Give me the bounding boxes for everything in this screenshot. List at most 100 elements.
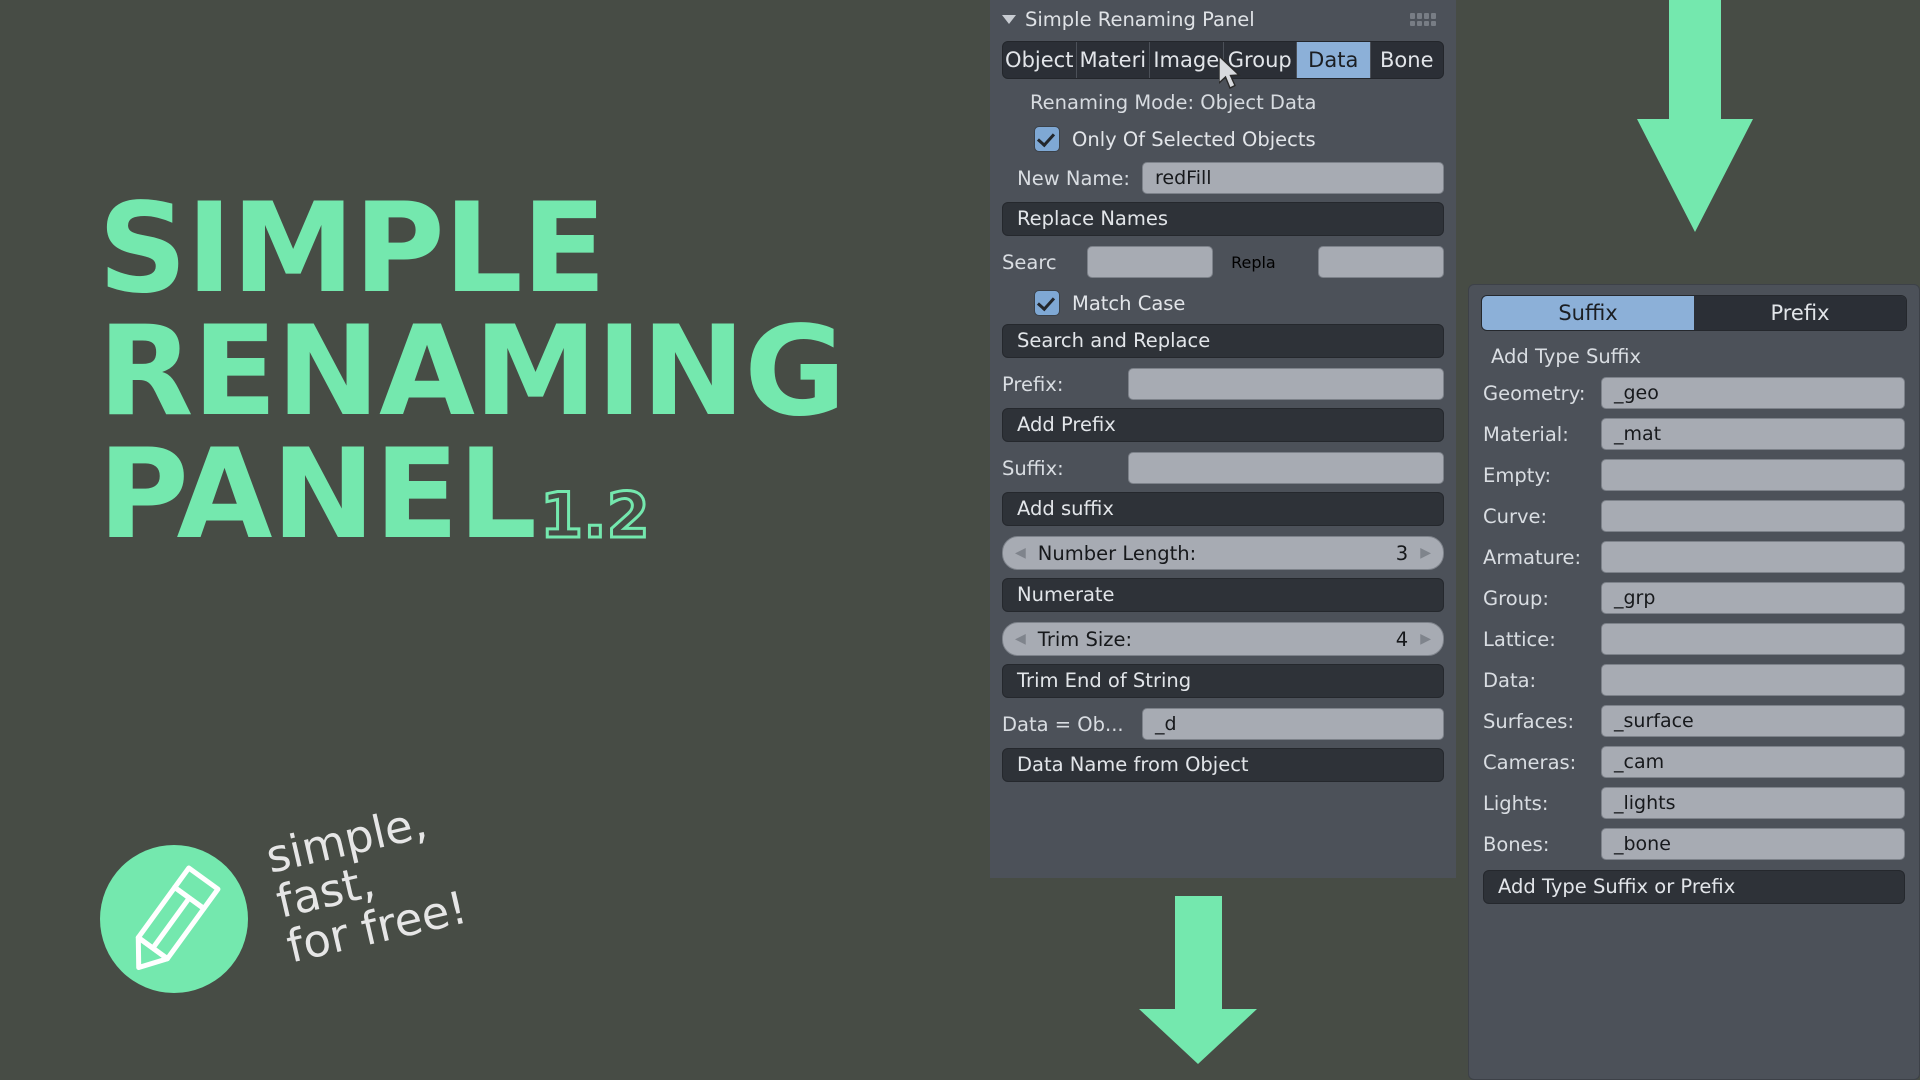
bones-row: Bones: _bone [1483,828,1905,860]
number-length-value: 3 [1395,541,1409,565]
new-name-input[interactable]: redFill [1142,162,1444,194]
stepper-right-arrow-icon[interactable]: ▶ [1414,545,1437,561]
suffix-row: Suffix: [1002,452,1444,484]
data-row: Data: [1483,664,1905,696]
add-suffix-button[interactable]: Add suffix [1002,492,1444,526]
cameras-input[interactable]: _cam [1601,746,1905,778]
empty-label: Empty: [1483,463,1552,487]
add-type-suffix-or-prefix-button[interactable]: Add Type Suffix or Prefix [1483,870,1905,904]
simple-renaming-panel: Simple Renaming Panel Object Materi Imag… [990,0,1456,878]
add-prefix-button[interactable]: Add Prefix [1002,408,1444,442]
material-row: Material: _mat [1483,418,1905,450]
replace-names-button[interactable]: Replace Names [1002,202,1444,236]
new-name-row: New Name: redFill [1002,162,1444,194]
mouse-cursor-icon [1219,56,1241,89]
curve-input[interactable] [1601,500,1905,532]
promo-area: SIMPLE RENAMING PANEL1.2 simple, fast, f… [0,0,990,1080]
tagline: simple, fast, for free! [261,795,472,974]
trim-size-label: Trim Size: [1037,627,1133,651]
only-selected-objects-row[interactable]: Only Of Selected Objects [1022,126,1456,152]
title-line-3: PANEL1.2 [98,433,938,557]
number-length-stepper[interactable]: ◀ Number Length: 3 ▶ [1002,536,1444,570]
surfaces-row: Surfaces: _surface [1483,705,1905,737]
suffix-input[interactable] [1128,452,1444,484]
prefix-label: Prefix: [1002,372,1064,396]
replace-label: Repla [1231,252,1276,272]
new-name-label: New Name: [1017,166,1130,190]
group-label: Group: [1483,586,1549,610]
empty-row: Empty: [1483,459,1905,491]
only-selected-objects-checkbox[interactable] [1034,126,1060,152]
replace-input[interactable] [1318,246,1445,278]
number-length-label: Number Length: [1037,541,1197,565]
title-line-2: RENAMING [98,299,846,444]
tab-suffix[interactable]: Suffix [1482,296,1694,330]
drag-grip-icon[interactable] [1410,13,1436,26]
cameras-row: Cameras: _cam [1483,746,1905,778]
surfaces-label: Surfaces: [1483,709,1575,733]
group-input[interactable]: _grp [1601,582,1905,614]
data-equals-object-row: Data = Ob... _d [1002,708,1444,740]
tab-prefix[interactable]: Prefix [1694,296,1906,330]
type-suffix-prefix-panel: Suffix Prefix Add Type Suffix Geometry: … [1468,284,1920,1080]
tab-bone[interactable]: Bone [1370,42,1443,78]
arrow-down-top-right [1637,0,1753,232]
search-replace-row: Searc Repla [1002,246,1445,278]
suffix-label: Suffix: [1002,456,1064,480]
renaming-mode-label: Renaming Mode: Object Data [1030,91,1317,114]
group-row: Group: _grp [1483,582,1905,614]
panel-header[interactable]: Simple Renaming Panel [990,0,1456,38]
data-equals-label: Data = Ob... [1002,712,1124,736]
prefix-input[interactable] [1128,368,1444,400]
data-equals-input[interactable]: _d [1142,708,1444,740]
lattice-input[interactable] [1601,623,1905,655]
only-selected-objects-label: Only Of Selected Objects [1072,127,1316,151]
cameras-label: Cameras: [1483,750,1577,774]
pencil-badge [100,845,248,993]
arrow-down-bottom-center [1139,896,1257,1064]
tab-object[interactable]: Object [1003,42,1077,78]
trim-size-value: 4 [1395,627,1409,651]
surfaces-input[interactable]: _surface [1601,705,1905,737]
bones-label: Bones: [1483,832,1550,856]
pencil-icon [135,865,221,971]
geometry-row: Geometry: _geo [1483,377,1905,409]
armature-row: Armature: [1483,541,1905,573]
lattice-label: Lattice: [1483,627,1556,651]
match-case-label: Match Case [1072,291,1186,315]
data-name-from-object-button[interactable]: Data Name from Object [1002,748,1444,782]
tab-image[interactable]: Image [1150,42,1224,78]
match-case-checkbox[interactable] [1034,290,1060,316]
armature-input[interactable] [1601,541,1905,573]
geometry-input[interactable]: _geo [1601,377,1905,409]
lattice-row: Lattice: [1483,623,1905,655]
stepper-left-arrow-icon[interactable]: ◀ [1009,545,1032,561]
curve-row: Curve: [1483,500,1905,532]
stepper-left-arrow-icon[interactable]: ◀ [1009,631,1032,647]
search-input[interactable] [1087,246,1214,278]
search-and-replace-button[interactable]: Search and Replace [1002,324,1444,358]
material-input[interactable]: _mat [1601,418,1905,450]
tab-material[interactable]: Materi [1076,42,1150,78]
triangle-down-icon[interactable] [1002,14,1016,24]
lights-input[interactable]: _lights [1601,787,1905,819]
prefix-row: Prefix: [1002,368,1444,400]
data-input[interactable] [1601,664,1905,696]
stepper-right-arrow-icon[interactable]: ▶ [1414,631,1437,647]
suffix-prefix-tabs[interactable]: Suffix Prefix [1481,295,1907,331]
lights-label: Lights: [1483,791,1549,815]
trim-end-of-string-button[interactable]: Trim End of String [1002,664,1444,698]
trim-size-stepper[interactable]: ◀ Trim Size: 4 ▶ [1002,622,1444,656]
bones-input[interactable]: _bone [1601,828,1905,860]
title-line-3-text: PANEL [98,422,537,567]
curve-label: Curve: [1483,504,1548,528]
numerate-button[interactable]: Numerate [1002,578,1444,612]
empty-input[interactable] [1601,459,1905,491]
geometry-label: Geometry: [1483,381,1586,405]
material-label: Material: [1483,422,1569,446]
add-type-suffix-heading: Add Type Suffix [1491,345,1642,368]
match-case-row[interactable]: Match Case [1022,290,1456,316]
search-label: Searc [1002,250,1057,274]
panel-title: Simple Renaming Panel [1025,7,1255,31]
tab-data[interactable]: Data [1297,42,1371,78]
